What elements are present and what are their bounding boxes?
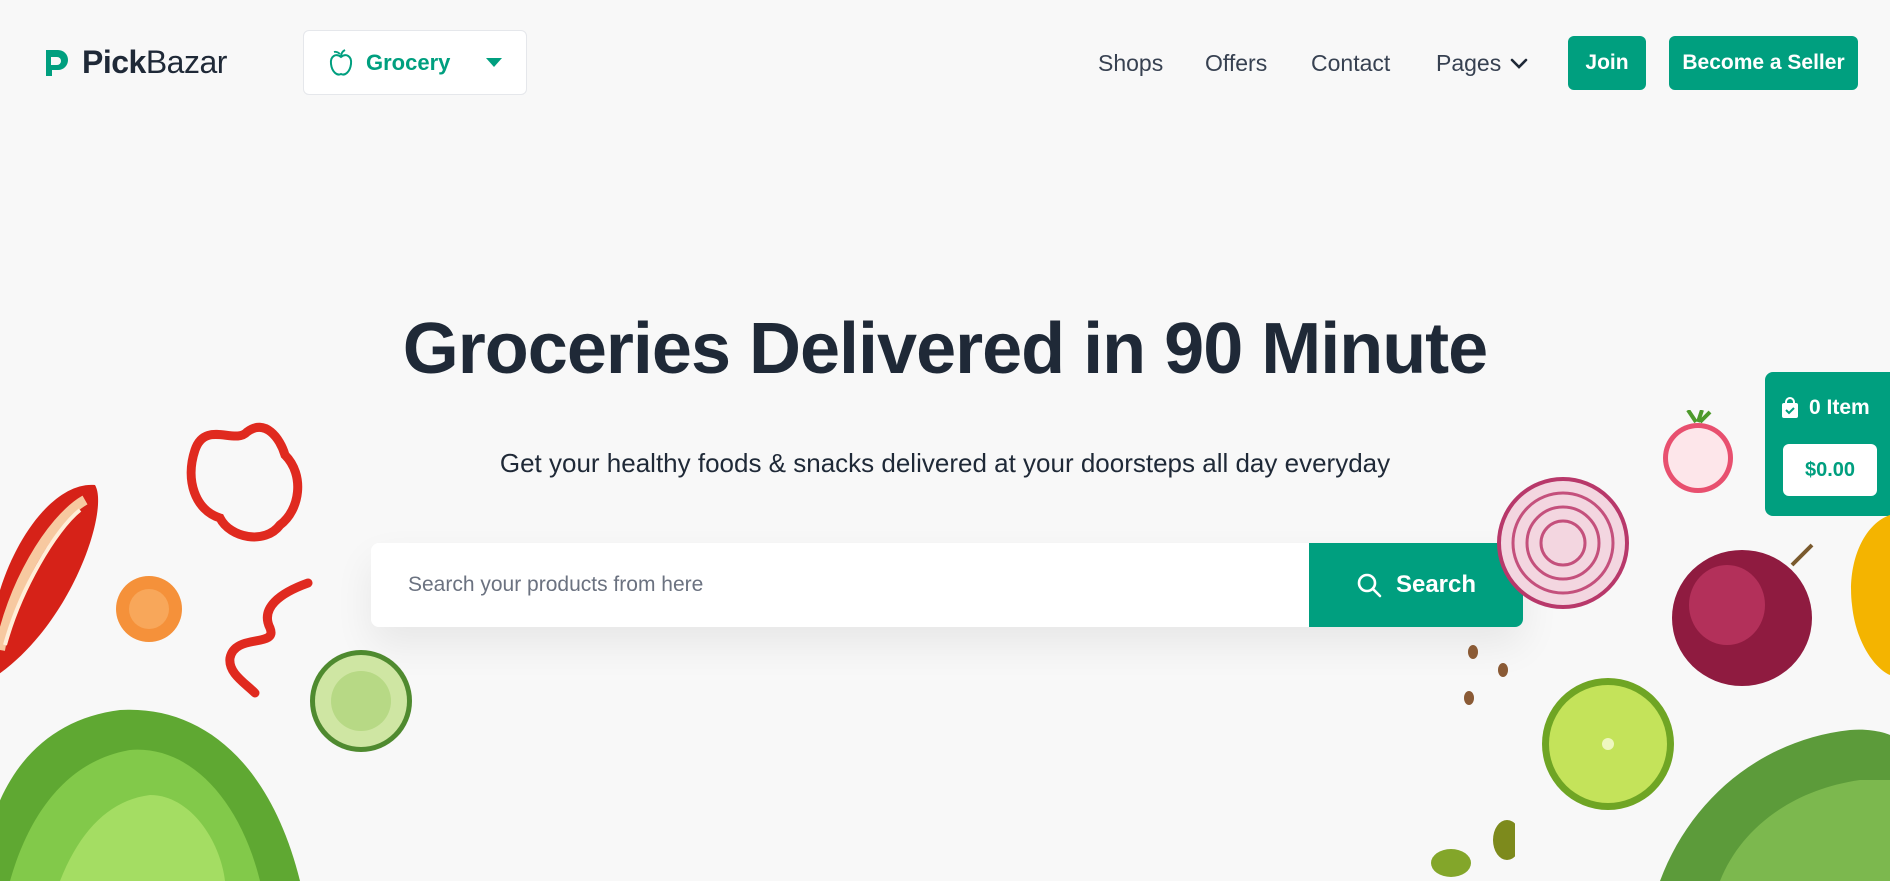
cart-total: $0.00	[1783, 444, 1877, 496]
red-onion-image	[1672, 543, 1814, 686]
pepper-ring-image	[186, 422, 303, 542]
cucumber-slice-image	[310, 650, 412, 752]
nav-pages-dropdown[interactable]: Pages	[1436, 50, 1529, 77]
radish-image	[1663, 410, 1733, 493]
nav-contact[interactable]: Contact	[1311, 50, 1390, 77]
lettuce-image	[0, 709, 300, 881]
search-bar: Search	[371, 543, 1523, 627]
pepper-strip-image	[225, 578, 313, 698]
cart-widget[interactable]: 0 Item $0.00	[1765, 372, 1890, 516]
hero-title: Groceries Delivered in 90 Minute	[402, 309, 1488, 389]
cart-count-label: 0 Item	[1809, 396, 1870, 419]
brand-name: PickBazar	[82, 44, 227, 80]
yellow-pepper-image	[1851, 515, 1890, 675]
search-icon	[1357, 573, 1382, 598]
carrot-slice-image	[116, 576, 182, 642]
join-button[interactable]: Join	[1568, 36, 1646, 90]
nav-shops[interactable]: Shops	[1098, 50, 1163, 77]
brand-logo[interactable]: PickBazar	[38, 44, 227, 81]
chevron-down-icon	[1510, 58, 1528, 69]
nav-pages-label: Pages	[1436, 50, 1502, 76]
seeds-and-olives-image	[1431, 645, 1515, 877]
caret-down-icon	[486, 58, 502, 67]
search-button[interactable]: Search	[1309, 543, 1523, 627]
shop-type-label: Grocery	[366, 49, 451, 75]
search-button-label: Search	[1395, 571, 1477, 598]
become-seller-button[interactable]: Become a Seller	[1669, 36, 1858, 90]
cabbage-image	[1660, 729, 1890, 881]
logo-icon	[46, 49, 68, 76]
shop-type-select[interactable]: Grocery	[303, 30, 527, 95]
lime-slice-image	[1542, 678, 1674, 810]
apple-icon	[329, 48, 353, 75]
red-onion-slice-image	[1497, 477, 1629, 609]
search-input[interactable]	[371, 543, 1309, 627]
cart-count: 0 Item	[1781, 396, 1870, 420]
red-pepper-slice-image	[0, 484, 99, 674]
shopping-bag-icon	[1782, 397, 1798, 418]
nav-offers[interactable]: Offers	[1205, 50, 1267, 77]
